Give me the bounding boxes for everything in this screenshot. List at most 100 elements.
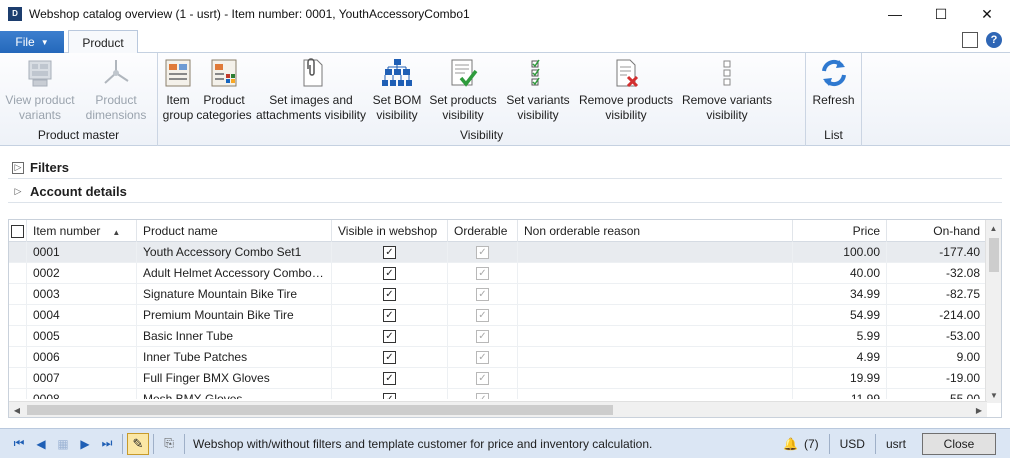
sort-ascending-icon: ▲ (112, 228, 121, 237)
horizontal-scrollbar[interactable]: ◀ ▶ (9, 401, 987, 417)
checkbox[interactable]: ✓ (476, 246, 489, 259)
column-header-on-hand[interactable]: On-hand (887, 220, 987, 242)
previous-record-icon[interactable]: ◀ (30, 433, 52, 455)
checkbox[interactable]: ✓ (383, 372, 396, 385)
row-marker[interactable] (9, 347, 27, 368)
select-all-checkbox[interactable] (9, 220, 27, 242)
horizontal-scroll-thumb[interactable] (27, 405, 613, 415)
catalog-grid: Item number ▲ Product name Visible in web… (8, 219, 1002, 418)
minimize-button[interactable]: — (872, 0, 918, 28)
close-button[interactable]: Close (922, 433, 996, 455)
checkbox[interactable]: ✓ (476, 351, 489, 364)
next-record-icon[interactable]: ▶ (74, 433, 96, 455)
orderable-checkbox[interactable]: ✓ (448, 263, 518, 284)
checkbox[interactable]: ✓ (383, 330, 396, 343)
table-row[interactable]: 0005 Basic Inner Tube ✓ ✓ 5.99 -53.00 (9, 326, 987, 347)
non-orderable-reason-cell (518, 242, 793, 263)
column-header-price[interactable]: Price (793, 220, 887, 242)
non-orderable-reason-cell (518, 347, 793, 368)
table-row[interactable]: 0006 Inner Tube Patches ✓ ✓ 4.99 9.00 (9, 347, 987, 368)
notification-count[interactable]: (7) (804, 437, 819, 451)
grid-rows: 0001 Youth Accessory Combo Set1 ✓ ✓ 100.00 -1… (9, 242, 987, 399)
maximize-button[interactable]: ☐ (918, 0, 964, 28)
table-row[interactable]: 0001 Youth Accessory Combo Set1 ✓ ✓ 100.00 -1… (9, 242, 987, 263)
checkbox[interactable]: ✓ (383, 351, 396, 364)
account-details-section[interactable]: ▷ Account details (8, 181, 1002, 203)
visible-in-webshop-checkbox[interactable]: ✓ (332, 347, 448, 368)
help-icon[interactable]: ? (986, 32, 1002, 48)
visible-in-webshop-checkbox[interactable]: ✓ (332, 284, 448, 305)
orderable-checkbox[interactable]: ✓ (448, 305, 518, 326)
visible-in-webshop-checkbox[interactable]: ✓ (332, 305, 448, 326)
table-row[interactable]: 0002 Adult Helmet Accessory Combo ... ✓ ✓ 40… (9, 263, 987, 284)
column-header-item-number[interactable]: Item number ▲ (27, 220, 137, 242)
company-indicator[interactable]: usrt (886, 437, 906, 451)
price-cell: 19.99 (793, 368, 887, 389)
visible-in-webshop-checkbox[interactable]: ✓ (332, 242, 448, 263)
tab-product[interactable]: Product (68, 30, 138, 54)
row-marker[interactable] (9, 389, 27, 399)
on-hand-cell: -55.00 (887, 389, 987, 399)
row-marker[interactable] (9, 326, 27, 347)
product-name-cell: Youth Accessory Combo Set1 (137, 242, 332, 263)
expand-arrow-icon[interactable]: ▷ (12, 186, 24, 198)
orderable-checkbox[interactable]: ✓ (448, 242, 518, 263)
non-orderable-reason-cell (518, 368, 793, 389)
column-header-product-name[interactable]: Product name (137, 220, 332, 242)
first-record-icon[interactable]: ⏮ (8, 433, 30, 455)
row-marker[interactable] (9, 368, 27, 389)
layout-icon[interactable] (962, 32, 978, 48)
checkbox[interactable]: ✓ (383, 267, 396, 280)
product-name-cell: Premium Mountain Bike Tire (137, 305, 332, 326)
column-header-non-orderable-reason[interactable]: Non orderable reason (518, 220, 793, 242)
orderable-checkbox[interactable]: ✓ (448, 326, 518, 347)
visible-in-webshop-checkbox[interactable]: ✓ (332, 389, 448, 399)
checkbox[interactable]: ✓ (476, 393, 489, 399)
vertical-scrollbar[interactable]: ▲ ▼ (985, 220, 1001, 403)
product-variants-icon (28, 60, 52, 87)
scroll-up-icon[interactable]: ▲ (986, 220, 1001, 236)
checkbox[interactable]: ✓ (383, 309, 396, 322)
checkbox[interactable]: ✓ (383, 288, 396, 301)
file-tab[interactable]: File ▼ (0, 31, 64, 53)
filters-section[interactable]: ▷ Filters (8, 157, 1002, 179)
column-header-visible-in-webshop[interactable]: Visible in webshop (332, 220, 448, 242)
row-marker[interactable] (9, 263, 27, 284)
row-marker[interactable] (9, 284, 27, 305)
attachment-clip-icon[interactable]: ⎘ (158, 433, 180, 455)
last-record-icon[interactable]: ⏭ (96, 433, 118, 455)
visible-in-webshop-checkbox[interactable]: ✓ (332, 326, 448, 347)
currency-indicator[interactable]: USD (840, 437, 865, 451)
scroll-right-icon[interactable]: ▶ (971, 402, 987, 417)
checkbox[interactable]: ✓ (476, 372, 489, 385)
scroll-down-icon[interactable]: ▼ (986, 387, 1001, 403)
table-row[interactable]: 0007 Full Finger BMX Gloves ✓ ✓ 19.99 -19.00 (9, 368, 987, 389)
table-row[interactable]: 0004 Premium Mountain Bike Tire ✓ ✓ 54.99 -21… (9, 305, 987, 326)
checkbox[interactable]: ✓ (383, 246, 396, 259)
row-marker[interactable] (9, 242, 27, 263)
orderable-checkbox[interactable]: ✓ (448, 347, 518, 368)
scroll-left-icon[interactable]: ◀ (9, 402, 25, 417)
orderable-checkbox[interactable]: ✓ (448, 389, 518, 399)
visible-in-webshop-checkbox[interactable]: ✓ (332, 368, 448, 389)
orderable-checkbox[interactable]: ✓ (448, 284, 518, 305)
visible-in-webshop-checkbox[interactable]: ✓ (332, 263, 448, 284)
grid-view-icon[interactable]: ▦ (52, 433, 74, 455)
expand-icon[interactable]: ▷ (12, 161, 24, 174)
checkbox[interactable]: ✓ (476, 288, 489, 301)
orderable-checkbox[interactable]: ✓ (448, 368, 518, 389)
checkbox[interactable]: ✓ (383, 393, 396, 399)
edit-pencil-icon[interactable]: ✎ (127, 432, 149, 455)
column-header-orderable[interactable]: Orderable (448, 220, 518, 242)
table-row[interactable]: 0003 Signature Mountain Bike Tire ✓ ✓ 34.99-… (9, 284, 987, 305)
notification-bell-icon[interactable]: 🔔 (783, 437, 798, 451)
row-marker[interactable] (9, 305, 27, 326)
filters-title: Filters (30, 160, 70, 175)
table-row[interactable]: 0008 Mesh BMX Gloves ✓ ✓ 11.99 -55.00 (9, 389, 987, 399)
checkbox[interactable]: ✓ (476, 330, 489, 343)
window-close-button[interactable]: ✕ (964, 0, 1010, 28)
checkbox[interactable]: ✓ (476, 309, 489, 322)
remove-document-icon (616, 59, 639, 88)
checkbox[interactable]: ✓ (476, 267, 489, 280)
vertical-scroll-thumb[interactable] (989, 238, 999, 272)
